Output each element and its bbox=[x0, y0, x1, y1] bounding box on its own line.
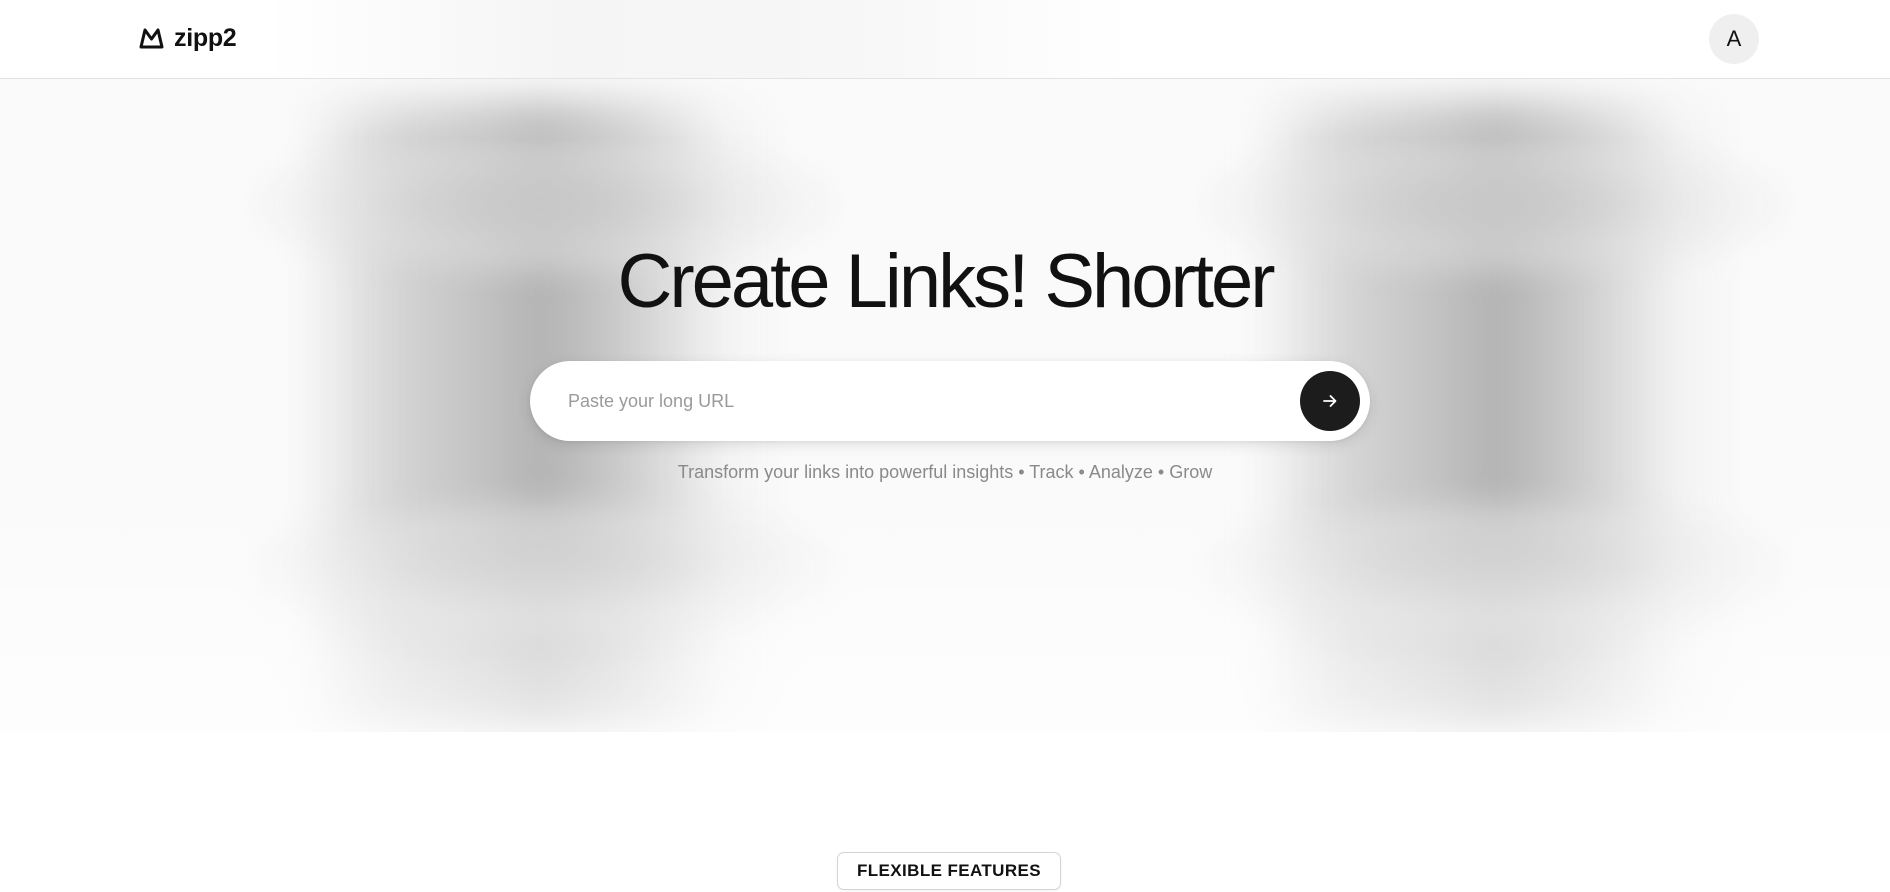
page: zipp2 A Create Links! Shorter Transform … bbox=[0, 0, 1890, 892]
features-section-badge: FLEXIBLE FEATURES bbox=[837, 852, 1061, 890]
decorative-fade-bottom bbox=[0, 502, 1890, 732]
brand-name: zipp2 bbox=[174, 23, 237, 52]
mountain-logo-icon bbox=[139, 28, 164, 49]
avatar-initial: A bbox=[1726, 26, 1742, 51]
decorative-fade-top bbox=[0, 79, 1890, 139]
hero-section: Create Links! Shorter Transform your lin… bbox=[0, 79, 1890, 732]
long-url-input[interactable] bbox=[568, 361, 1268, 441]
user-avatar-button[interactable]: A bbox=[1709, 14, 1759, 64]
arrow-right-icon bbox=[1323, 395, 1337, 407]
url-shortener-form bbox=[530, 361, 1370, 441]
hero-tagline: Transform your links into powerful insig… bbox=[677, 462, 1213, 482]
top-nav: zipp2 A bbox=[0, 0, 1890, 79]
brand-link[interactable]: zipp2 bbox=[138, 22, 237, 54]
hero-headline: Create Links! Shorter bbox=[617, 239, 1275, 324]
shorten-submit-button[interactable] bbox=[1300, 371, 1360, 431]
